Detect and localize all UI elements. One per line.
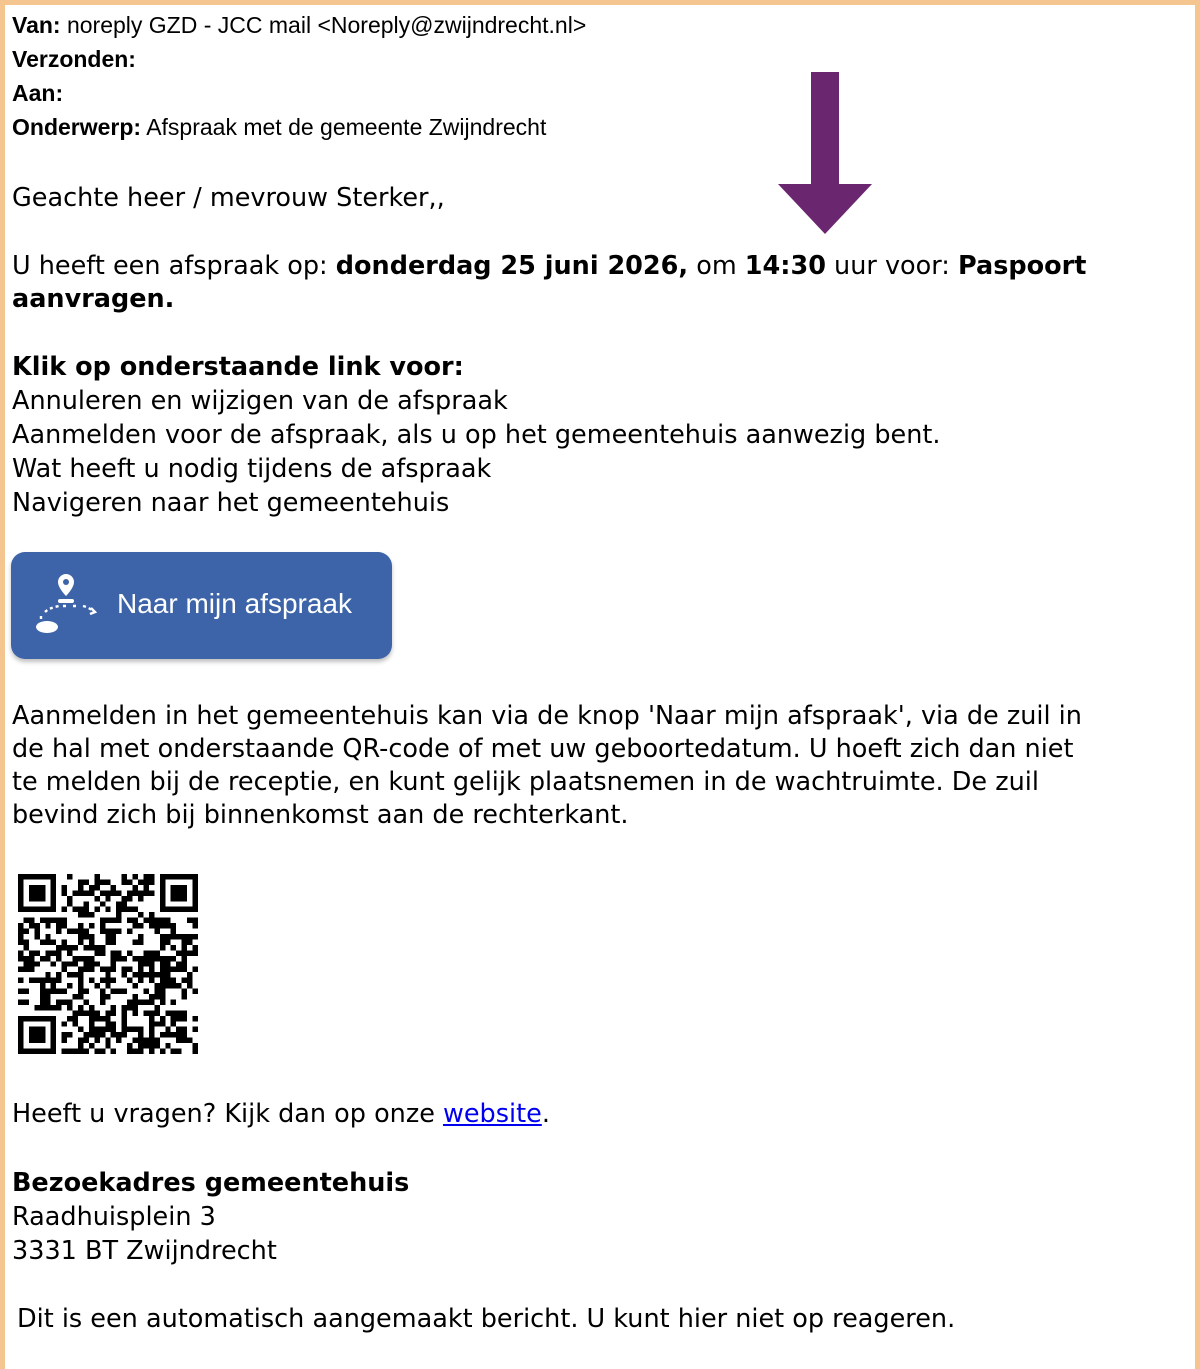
links-heading: Klik op onderstaande link voor: (12, 352, 464, 382)
link-item-requirements: Wat heeft u nodig tijdens de afspraak (12, 454, 492, 484)
to-row: Aan: (12, 80, 63, 107)
appointment-service: Paspoort (957, 251, 1087, 281)
questions-prefix: Heeft u vragen? Kijk dan op onze (12, 1099, 444, 1129)
button-label: Naar mijn afspraak (117, 588, 352, 619)
subject-label: Onderwerp: (12, 114, 142, 140)
from-label: Van: (12, 12, 61, 38)
from-row: Van: noreply GZD - JCC mail <Noreply@zwi… (12, 12, 586, 39)
checkin-line-4: bevind zich bij binnenkomst aan de recht… (12, 800, 629, 830)
qr-code (18, 874, 198, 1054)
appointment-service-cont: aanvragen. (12, 284, 175, 314)
appointment-prefix: U heeft een afspraak op: (12, 251, 336, 281)
appointment-line: U heeft een afspraak op: donderdag 25 ju… (12, 250, 1086, 283)
greeting: Geachte heer / mevrouw Sterker,, (12, 183, 445, 213)
appointment-time: 14:30 (744, 251, 826, 281)
checkin-line-2: de hal met onderstaande QR-code of met u… (12, 734, 1074, 764)
subject-row: Onderwerp: Afspraak met de gemeente Zwij… (12, 114, 546, 141)
address-street: Raadhuisplein 3 (12, 1202, 216, 1232)
from-value: noreply GZD - JCC mail <Noreply@zwijndre… (66, 12, 587, 38)
down-arrow-icon (778, 72, 872, 234)
appointment-date: donderdag 25 juni 2026, (335, 251, 689, 281)
questions-line: Heeft u vragen? Kijk dan op onze website… (12, 1098, 550, 1131)
naar-mijn-afspraak-button[interactable]: Naar mijn afspraak (11, 552, 392, 659)
link-item-navigate: Navigeren naar het gemeentehuis (12, 488, 450, 518)
appointment-mid2: uur voor: (825, 251, 958, 281)
appointment-mid: om (688, 251, 745, 281)
checkin-line-3: te melden bij de receptie, en kunt gelij… (12, 767, 1039, 797)
sent-row: Verzonden: (12, 46, 136, 73)
address-heading: Bezoekadres gemeentehuis (12, 1168, 410, 1198)
link-item-checkin: Aanmelden voor de afspraak, als u op het… (12, 420, 941, 450)
questions-suffix: . (541, 1099, 550, 1129)
to-label: Aan: (12, 80, 64, 106)
subject-value: Afspraak met de gemeente Zwijndrecht (146, 114, 547, 140)
checkin-line-1: Aanmelden in het gemeentehuis kan via de… (12, 701, 1082, 731)
sent-label: Verzonden: (12, 46, 136, 72)
location-pin-icon (36, 574, 98, 633)
address-city: 3331 BT Zwijndrecht (12, 1236, 277, 1266)
footer-note: Dit is een automatisch aangemaakt berich… (17, 1304, 956, 1334)
link-item-cancel: Annuleren en wijzigen van de afspraak (12, 386, 508, 416)
website-link[interactable]: website (443, 1099, 542, 1129)
